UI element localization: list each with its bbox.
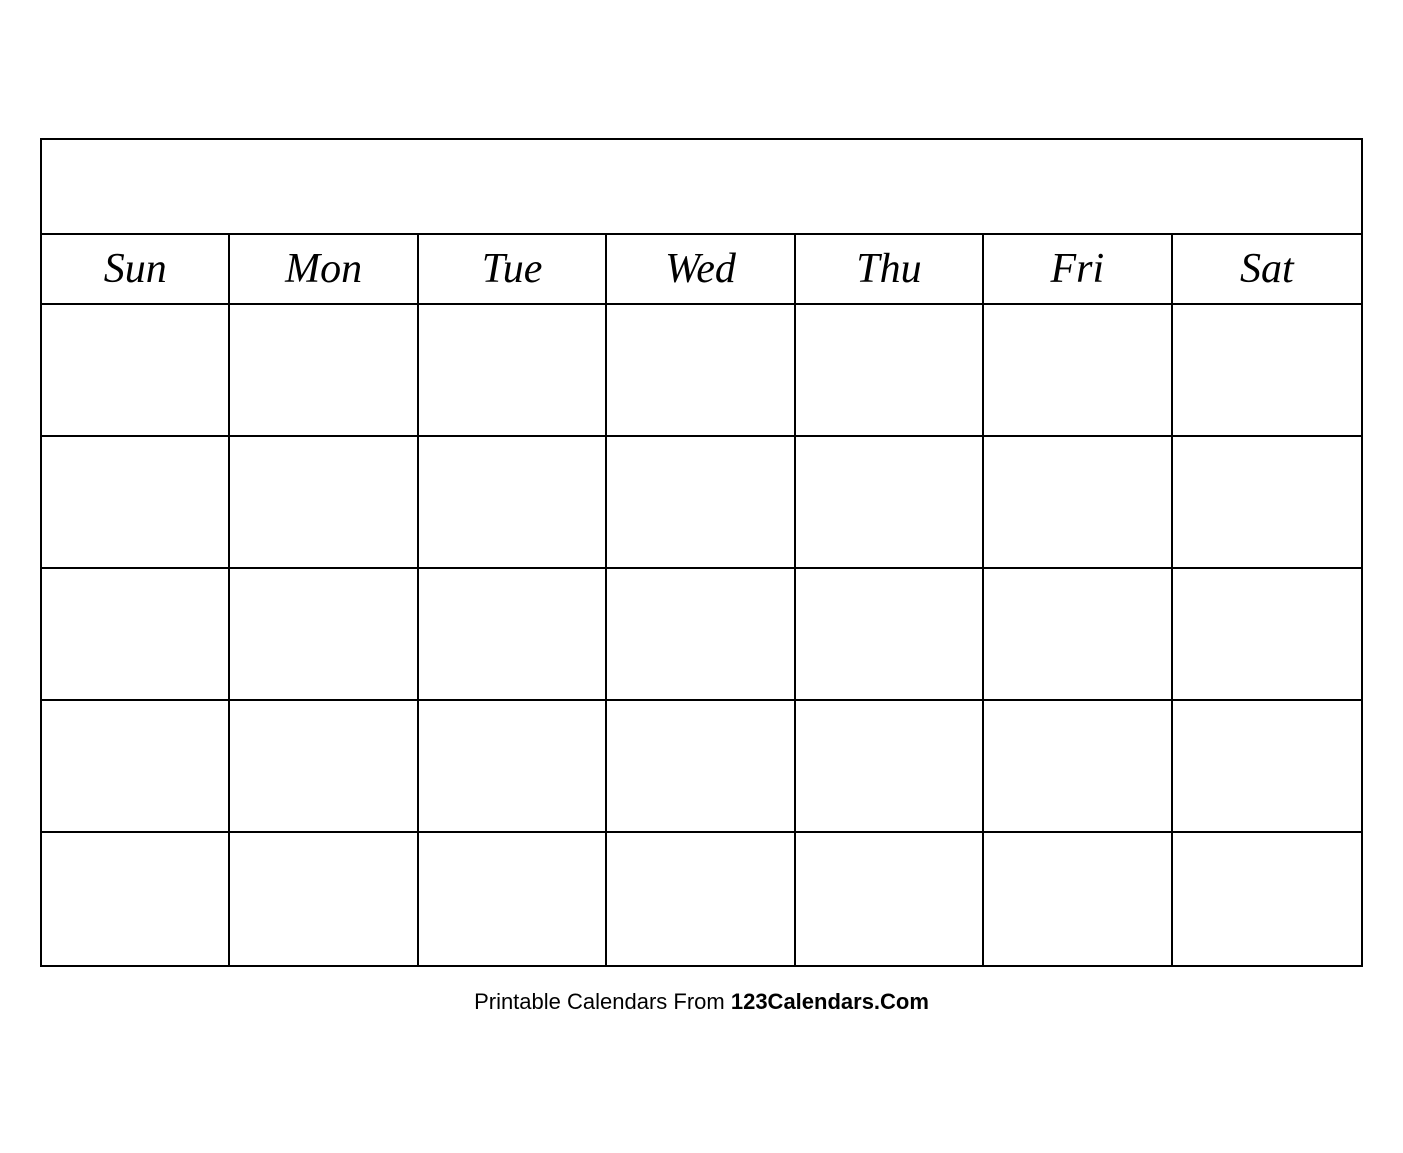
day-cell[interactable] [984, 437, 1172, 567]
day-cell[interactable] [1173, 437, 1361, 567]
day-cell[interactable] [42, 437, 230, 567]
footer-bold-text: 123Calendars.Com [731, 989, 929, 1014]
day-cell[interactable] [42, 701, 230, 831]
header-thu: Thu [796, 235, 984, 303]
calendar-week-row-4 [42, 701, 1361, 833]
header-wed: Wed [607, 235, 795, 303]
calendar-week-row-2 [42, 437, 1361, 569]
header-tue: Tue [419, 235, 607, 303]
day-cell[interactable] [796, 569, 984, 699]
day-cell[interactable] [419, 701, 607, 831]
day-cell[interactable] [607, 569, 795, 699]
day-cell[interactable] [796, 437, 984, 567]
day-cell[interactable] [230, 833, 418, 965]
day-cell[interactable] [419, 437, 607, 567]
calendar-week-row-1 [42, 305, 1361, 437]
header-fri: Fri [984, 235, 1172, 303]
day-cell[interactable] [419, 833, 607, 965]
day-cell[interactable] [607, 437, 795, 567]
day-cell[interactable] [230, 701, 418, 831]
calendar-week-row-3 [42, 569, 1361, 701]
day-cell[interactable] [984, 833, 1172, 965]
day-cell[interactable] [42, 833, 230, 965]
day-cell[interactable] [796, 305, 984, 435]
calendar-container: Sun Mon Tue Wed Thu Fri Sat [40, 138, 1363, 967]
day-cell[interactable] [230, 437, 418, 567]
day-cell[interactable] [1173, 833, 1361, 965]
day-cell[interactable] [796, 701, 984, 831]
calendar-title-row [42, 140, 1361, 235]
page-wrapper: Sun Mon Tue Wed Thu Fri Sat [0, 0, 1403, 1153]
day-cell[interactable] [230, 569, 418, 699]
day-cell[interactable] [607, 701, 795, 831]
header-sun: Sun [42, 235, 230, 303]
footer-regular-text: Printable Calendars From [474, 989, 731, 1014]
day-cell[interactable] [1173, 569, 1361, 699]
day-cell[interactable] [419, 305, 607, 435]
day-cell[interactable] [419, 569, 607, 699]
day-cell[interactable] [1173, 305, 1361, 435]
day-cell[interactable] [607, 305, 795, 435]
day-cell[interactable] [1173, 701, 1361, 831]
day-cell[interactable] [607, 833, 795, 965]
calendar-body [42, 305, 1361, 965]
header-sat: Sat [1173, 235, 1361, 303]
header-mon: Mon [230, 235, 418, 303]
day-cell[interactable] [984, 305, 1172, 435]
footer: Printable Calendars From 123Calendars.Co… [474, 989, 929, 1015]
day-cell[interactable] [42, 569, 230, 699]
day-cell[interactable] [984, 701, 1172, 831]
day-cell[interactable] [984, 569, 1172, 699]
day-cell[interactable] [796, 833, 984, 965]
day-cell[interactable] [42, 305, 230, 435]
calendar-week-row-5 [42, 833, 1361, 965]
calendar-header-row: Sun Mon Tue Wed Thu Fri Sat [42, 235, 1361, 305]
day-cell[interactable] [230, 305, 418, 435]
